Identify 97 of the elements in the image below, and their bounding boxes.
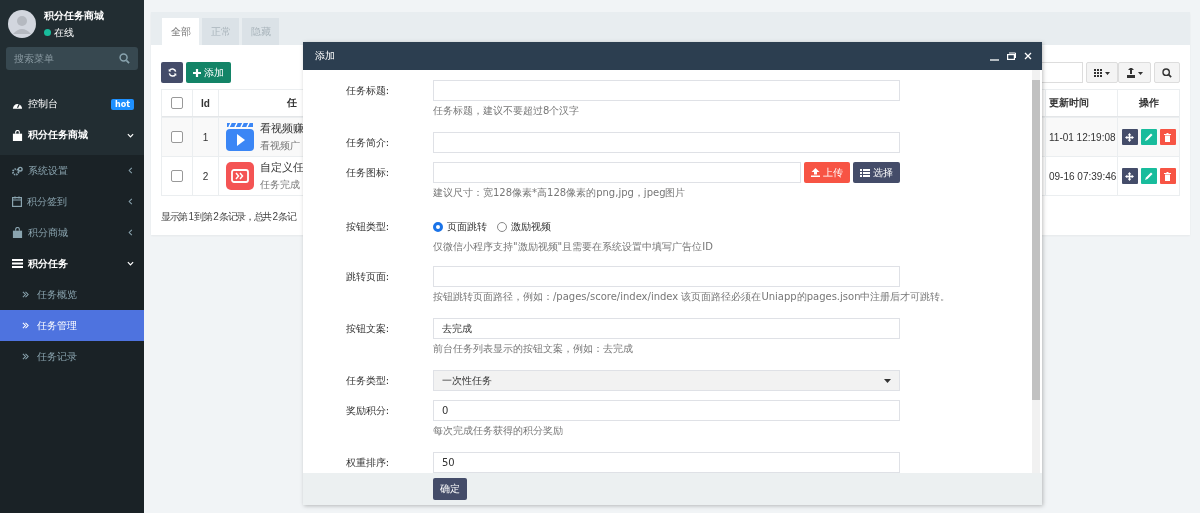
input-field[interactable]	[433, 80, 900, 101]
columns-dropdown-button[interactable]	[1086, 62, 1118, 83]
search-button[interactable]	[1154, 62, 1180, 83]
input-field[interactable]	[433, 132, 900, 153]
submenu-item[interactable]: 任务管理	[0, 310, 144, 341]
field-label: 任务图标:	[344, 166, 389, 180]
input-field[interactable]: 去完成	[433, 318, 900, 339]
list-icon	[12, 259, 23, 268]
gears-icon	[12, 165, 23, 176]
chevron-icon	[127, 260, 134, 267]
export-icon	[1126, 67, 1143, 78]
field-label: 任务标题:	[344, 84, 389, 98]
chevron-icon	[127, 167, 134, 174]
task-title: 自定义任	[260, 160, 304, 175]
help-text: 按钮跳转页面路径，例如：/pages/score/index/index 该页面路径必须在Uniapp的pages.json中注册后才可跳转。	[433, 290, 951, 303]
input-field[interactable]	[433, 266, 900, 287]
bag-icon	[12, 227, 23, 238]
drag-button[interactable]	[1121, 129, 1138, 145]
search-icon	[119, 47, 138, 70]
field-label: 按钮类型:	[344, 220, 389, 234]
hot-badge: hot	[111, 98, 134, 110]
row-checkbox[interactable]	[171, 170, 183, 182]
trash-icon	[1164, 171, 1171, 181]
confirm-button[interactable]: 确定	[433, 478, 467, 500]
field-label: 任务简介:	[344, 136, 389, 150]
pencil-icon	[1144, 172, 1153, 180]
list-icon	[860, 168, 870, 177]
refresh-icon	[167, 68, 177, 77]
drag-button[interactable]	[1121, 168, 1138, 184]
column-header: 更新时间	[1049, 96, 1089, 110]
column-header: 操作	[1138, 96, 1159, 110]
refresh-button[interactable]	[161, 62, 183, 83]
help-text: 每次完成任务获得的积分奖励	[433, 424, 563, 437]
help-text: 仅微信小程序支持"激励视频"且需要在系统设置中填写广告位ID	[433, 240, 713, 253]
bag-icon	[12, 129, 23, 141]
chevron-icon	[127, 131, 134, 139]
help-text: 前台任务列表显示的按钮文案，例如：去完成	[433, 342, 633, 355]
table-cell: 1	[202, 131, 209, 143]
field-label: 任务类型:	[344, 374, 389, 388]
task-description: 看视频广	[260, 139, 301, 153]
caret-icon	[884, 378, 891, 383]
submenu-item[interactable]: 任务记录	[0, 341, 144, 372]
grid-icon	[1094, 68, 1110, 77]
table-cell: 11-01 12:19:08	[1049, 131, 1116, 143]
delete-button[interactable]	[1159, 129, 1176, 145]
move-icon	[1125, 132, 1134, 142]
row-checkbox[interactable]	[171, 131, 183, 143]
pencil-icon	[1144, 133, 1153, 141]
double-chevron-icon	[22, 353, 29, 360]
export-dropdown-button[interactable]	[1118, 62, 1151, 83]
task-description: 任务完成	[260, 178, 301, 192]
field-label: 跳转页面:	[344, 270, 389, 284]
delete-button[interactable]	[1159, 168, 1176, 184]
pagination-info: 显示第 1 到第 2 条记录，总共 2 条记	[161, 210, 296, 224]
close-icon[interactable]	[1024, 52, 1032, 60]
help-text: 建议尺寸：宽128像素*高128像素的png,jpg，jpeg图片	[433, 186, 686, 199]
move-icon	[1125, 171, 1134, 181]
search-icon	[1162, 67, 1172, 78]
calendar-icon	[12, 196, 22, 207]
table-cell: 2	[202, 170, 209, 182]
user-name: 积分任务商城	[44, 8, 104, 23]
input-field[interactable]	[433, 162, 801, 183]
radio-button[interactable]	[433, 221, 443, 232]
submenu-item[interactable]: 任务概览	[0, 279, 144, 310]
table-cell: 09-16 07:39:46	[1049, 170, 1117, 182]
chevron-icon	[127, 229, 134, 236]
column-header: 任	[287, 96, 297, 110]
help-text: 任务标题，建议不要超过8个汉字	[433, 104, 580, 117]
radio-option[interactable]: 页面跳转	[433, 219, 487, 234]
upload-icon	[811, 168, 820, 177]
task-title: 看视频赚	[260, 121, 304, 136]
add-button[interactable]: 添加	[186, 62, 231, 83]
menu-item[interactable]: 控制台 hot	[0, 81, 144, 119]
select-all-checkbox[interactable]	[171, 97, 183, 109]
radio-option[interactable]: 激励视频	[497, 219, 551, 234]
avatar-icon	[8, 10, 36, 38]
field-label: 奖励积分:	[344, 404, 389, 418]
field-label: 按钮文案:	[344, 322, 389, 336]
double-chevron-icon	[22, 291, 29, 298]
maximize-icon[interactable]	[1007, 52, 1016, 60]
input-field[interactable]: 0	[433, 400, 900, 421]
user-status: 在线	[54, 25, 74, 40]
field-label: 权重排序:	[344, 456, 389, 470]
choose-button[interactable]: 选择	[853, 162, 900, 183]
tab[interactable]: 全部	[162, 18, 199, 45]
column-header: Id	[201, 97, 210, 109]
search-field[interactable]: 搜索菜单	[0, 41, 144, 81]
radio-button[interactable]	[497, 221, 507, 232]
double-chevron-icon	[22, 322, 29, 329]
chevron-icon	[127, 198, 134, 205]
menu-item[interactable]: 积分任务商城	[0, 119, 144, 155]
input-field[interactable]: 50	[433, 452, 900, 473]
dialog-title: 添加	[315, 49, 335, 63]
select-field[interactable]: 一次性任务	[433, 370, 900, 391]
scrollbar[interactable]	[1032, 70, 1040, 473]
trash-icon	[1164, 132, 1171, 142]
plus-icon	[193, 68, 201, 77]
